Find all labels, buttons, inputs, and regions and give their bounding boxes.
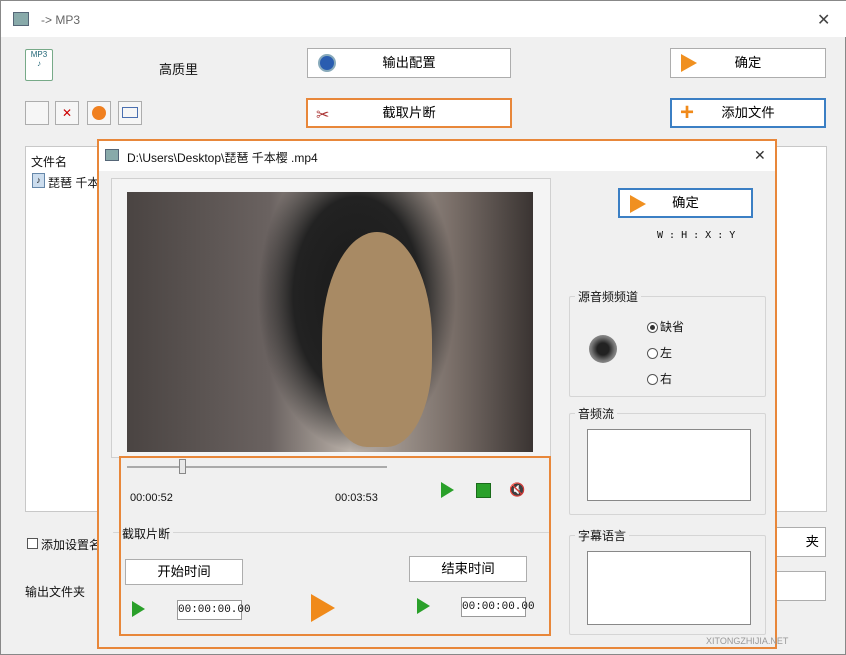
add-settings-label: 添加设置名	[41, 536, 101, 553]
config-icon	[318, 54, 336, 72]
add-file-label: 添加文件	[721, 105, 774, 120]
dialog-title-bar: D:\Users\Desktop\琵琶 千本樱 .mp4 ✕	[99, 141, 775, 171]
add-file-button[interactable]: + 添加文件	[670, 98, 826, 128]
confirm-button[interactable]: 确定	[670, 48, 826, 78]
radio-left-label: 左	[660, 346, 672, 360]
play-icon[interactable]	[87, 101, 111, 125]
watermark: XITONGZHIJIA.NET	[706, 636, 788, 646]
output-folder-label: 输出文件夹	[25, 583, 85, 600]
cut-clip-dialog: D:\Users\Desktop\琵琶 千本樱 .mp4 ✕ 00:00:52 …	[97, 139, 777, 649]
speaker-icon	[589, 335, 617, 363]
output-config-button[interactable]: 输出配置	[307, 48, 511, 78]
info-icon[interactable]	[118, 101, 142, 125]
output-config-label: 输出配置	[382, 55, 435, 70]
pipa-shape	[322, 232, 432, 447]
quality-label: 高质里	[159, 59, 198, 78]
scissors-icon: ✂	[316, 103, 329, 129]
file-item[interactable]: 琵琶 千本	[48, 174, 99, 191]
radio-left[interactable]: 左	[647, 344, 672, 361]
video-preview	[127, 192, 533, 452]
new-file-icon[interactable]	[25, 101, 49, 125]
close-icon[interactable]: ✕	[817, 10, 830, 30]
controls-highlight	[119, 456, 551, 636]
cut-clip-button[interactable]: ✂ 截取片断	[306, 98, 512, 128]
radio-default-label: 缺省	[660, 320, 684, 334]
plus-icon: +	[680, 100, 694, 126]
dialog-app-icon	[105, 149, 119, 161]
dialog-arrow-icon	[630, 195, 646, 213]
filename-header: 文件名	[31, 153, 67, 170]
app-icon	[13, 12, 29, 26]
radio-default[interactable]: 缺省	[647, 318, 684, 335]
cut-clip-label: 截取片断	[382, 105, 435, 120]
radio-right-label: 右	[660, 372, 672, 386]
subtitle-lang-list[interactable]	[587, 551, 751, 625]
arrow-right-icon	[681, 54, 697, 72]
audio-stream-list[interactable]	[587, 429, 751, 501]
subtitle-lang-label: 字幕语言	[575, 527, 629, 544]
source-channel-label: 源音频频道	[575, 288, 641, 305]
dialog-confirm-button[interactable]: 确定	[618, 188, 753, 218]
whxy-label: W : H : X : Y	[657, 230, 735, 241]
delete-file-icon[interactable]: ✕	[55, 101, 79, 125]
dialog-title: D:\Users\Desktop\琵琶 千本樱 .mp4	[127, 149, 318, 166]
dialog-close-icon[interactable]: ✕	[754, 147, 766, 164]
dialog-confirm-label: 确定	[672, 195, 699, 210]
music-file-icon: ♪	[32, 173, 45, 188]
title-bar: -> MP3 ✕	[1, 1, 846, 37]
folder-button-label: 夹	[806, 534, 819, 549]
radio-right[interactable]: 右	[647, 370, 672, 387]
audio-stream-label: 音频流	[575, 405, 617, 422]
confirm-label: 确定	[735, 55, 762, 70]
window-title: -> MP3	[41, 13, 80, 27]
add-settings-checkbox[interactable]	[27, 538, 38, 549]
mp3-icon: MP3♪	[25, 49, 53, 81]
